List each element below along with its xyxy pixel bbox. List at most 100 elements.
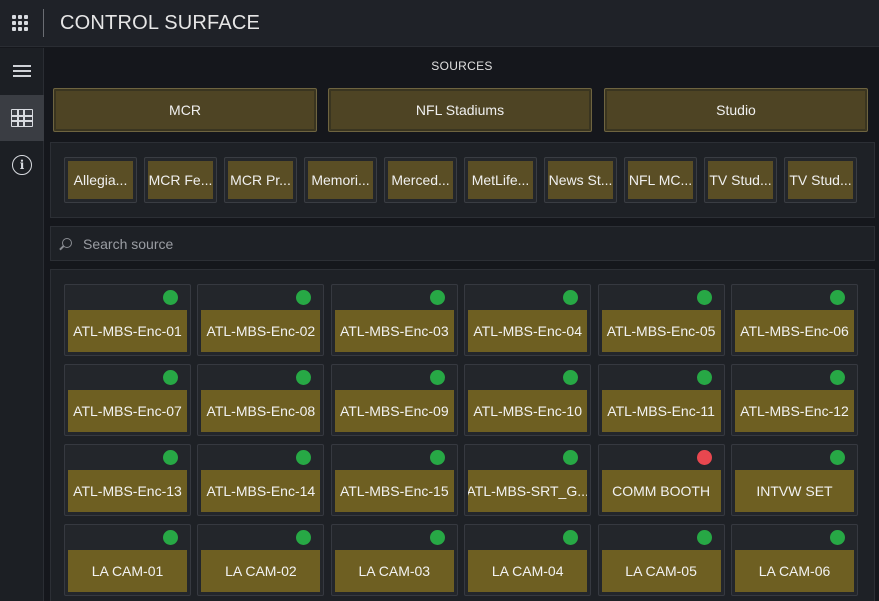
source-tile-label: ATL-MBS-Enc-11: [601, 390, 721, 432]
filter-chip[interactable]: MetLife...: [464, 157, 537, 203]
source-tile[interactable]: ATL-MBS-Enc-08: [197, 364, 325, 436]
source-tile-label: COMM BOOTH: [601, 470, 721, 512]
left-rail: i: [0, 48, 44, 601]
filter-chip-label: NFL MC...: [628, 161, 693, 199]
main-area: SOURCES MCR NFL Stadiums Studio Allegia...…: [45, 48, 879, 601]
source-tile[interactable]: ATL-MBS-Enc-11: [597, 364, 725, 436]
status-online-indicator: [563, 370, 579, 385]
filter-chip[interactable]: Memori...: [304, 157, 377, 203]
info-icon: i: [12, 155, 32, 175]
filter-chip-label: MetLife...: [468, 161, 533, 199]
filter-chip[interactable]: MCR Fe...: [144, 157, 217, 203]
source-tile[interactable]: ATL-MBS-Enc-01: [64, 284, 191, 356]
filter-chip[interactable]: Merced...: [384, 157, 457, 203]
source-tile[interactable]: INTVW SET: [731, 444, 858, 516]
status-online-indicator: [563, 450, 579, 465]
status-online-indicator: [830, 530, 845, 545]
filter-chip-label: Merced...: [388, 161, 453, 199]
sources-nav-button[interactable]: [0, 95, 44, 141]
status-online-indicator: [429, 370, 445, 385]
status-online-indicator: [296, 290, 312, 305]
filter-chip[interactable]: TV Stud...: [704, 157, 777, 203]
source-tile[interactable]: ATL-MBS-Enc-09: [330, 364, 458, 436]
source-tile[interactable]: ATL-MBS-Enc-07: [64, 364, 191, 436]
status-online-indicator: [429, 290, 445, 305]
source-tile-label: LA CAM-01: [68, 550, 187, 592]
sources-grid: ATL-MBS-Enc-01 ATL-MBS-Enc-02 ATL-MBS-Enc-…: [50, 269, 875, 601]
source-tile-label: ATL-MBS-Enc-04: [468, 310, 588, 352]
source-tile-label: ATL-MBS-Enc-13: [68, 470, 187, 512]
filter-chip[interactable]: MCR Pr...: [224, 157, 297, 203]
source-tile-label: ATL-MBS-Enc-08: [201, 390, 321, 432]
source-tile-label: LA CAM-05: [601, 550, 721, 592]
status-online-indicator: [296, 530, 312, 545]
source-tile[interactable]: LA CAM-04: [464, 524, 592, 596]
source-tile-label: LA CAM-04: [468, 550, 588, 592]
source-tile[interactable]: ATL-MBS-Enc-14: [197, 444, 325, 516]
menu-button[interactable]: [0, 48, 44, 94]
category-button[interactable]: Studio: [604, 88, 868, 132]
source-tile[interactable]: ATL-MBS-Enc-06: [731, 284, 858, 356]
source-tile[interactable]: ATL-MBS-Enc-03: [330, 284, 458, 356]
source-tile-label: INTVW SET: [735, 470, 854, 512]
status-online-indicator: [296, 370, 312, 385]
filter-chip[interactable]: News St...: [544, 157, 617, 203]
category-button[interactable]: NFL Stadiums: [328, 88, 592, 132]
section-label: SOURCES: [431, 59, 493, 73]
search-bar: [50, 226, 875, 261]
source-tile[interactable]: ATL-MBS-Enc-10: [464, 364, 592, 436]
top-bar: CONTROL SURFACE: [0, 0, 879, 47]
source-tile-label: ATL-MBS-Enc-02: [201, 310, 321, 352]
status-online-indicator: [830, 290, 845, 305]
status-online-indicator: [830, 370, 845, 385]
source-tile-label: ATL-MBS-Enc-12: [735, 390, 854, 432]
filter-chip-label: Memori...: [308, 161, 373, 199]
filter-chip-label: Allegia...: [68, 161, 133, 199]
source-tile-label: LA CAM-02: [201, 550, 321, 592]
source-tile-label: ATL-MBS-Enc-01: [68, 310, 187, 352]
source-tile-label: LA CAM-03: [334, 550, 454, 592]
status-online-indicator: [696, 290, 712, 305]
filter-chip-label: MCR Fe...: [148, 161, 213, 199]
source-tile[interactable]: ATL-MBS-Enc-02: [197, 284, 325, 356]
source-tile[interactable]: ATL-MBS-SRT_G...: [464, 444, 592, 516]
filter-chip[interactable]: TV Stud...: [784, 157, 857, 203]
search-icon: [62, 238, 72, 248]
source-tile[interactable]: ATL-MBS-Enc-05: [597, 284, 725, 356]
source-tile[interactable]: LA CAM-06: [731, 524, 858, 596]
source-tile[interactable]: ATL-MBS-Enc-13: [64, 444, 191, 516]
app-launcher-icon[interactable]: [12, 15, 28, 31]
source-tile[interactable]: ATL-MBS-Enc-15: [330, 444, 458, 516]
category-button[interactable]: MCR: [53, 88, 317, 132]
info-button[interactable]: i: [0, 142, 44, 188]
status-online-indicator: [696, 370, 712, 385]
status-online-indicator: [429, 450, 445, 465]
source-tile-label: ATL-MBS-Enc-05: [601, 310, 721, 352]
source-tile-label: ATL-MBS-Enc-15: [334, 470, 454, 512]
status-online-indicator: [429, 530, 445, 545]
app-title: CONTROL SURFACE: [60, 12, 261, 34]
status-online-indicator: [563, 530, 579, 545]
source-tile[interactable]: COMM BOOTH: [597, 444, 725, 516]
source-tile[interactable]: ATL-MBS-Enc-04: [464, 284, 592, 356]
source-tile[interactable]: LA CAM-03: [330, 524, 458, 596]
status-offline-indicator: [696, 450, 712, 465]
source-tile-label: ATL-MBS-Enc-10: [468, 390, 588, 432]
filter-chip-label: MCR Pr...: [228, 161, 293, 199]
source-tile-label: ATL-MBS-SRT_G...: [468, 470, 588, 512]
filter-chip[interactable]: NFL MC...: [624, 157, 697, 203]
status-online-indicator: [163, 370, 178, 385]
filter-chip[interactable]: Allegia...: [64, 157, 137, 203]
status-online-indicator: [563, 290, 579, 305]
search-input[interactable]: [83, 227, 863, 260]
source-tile[interactable]: ATL-MBS-Enc-12: [731, 364, 858, 436]
status-online-indicator: [163, 450, 178, 465]
source-tile[interactable]: LA CAM-05: [597, 524, 725, 596]
source-tile[interactable]: LA CAM-01: [64, 524, 191, 596]
source-tile[interactable]: LA CAM-02: [197, 524, 325, 596]
topbar-divider: [43, 9, 44, 37]
source-tile-label: LA CAM-06: [735, 550, 854, 592]
source-tile-label: ATL-MBS-Enc-09: [334, 390, 454, 432]
status-online-indicator: [296, 450, 312, 465]
filter-chip-label: TV Stud...: [708, 161, 773, 199]
